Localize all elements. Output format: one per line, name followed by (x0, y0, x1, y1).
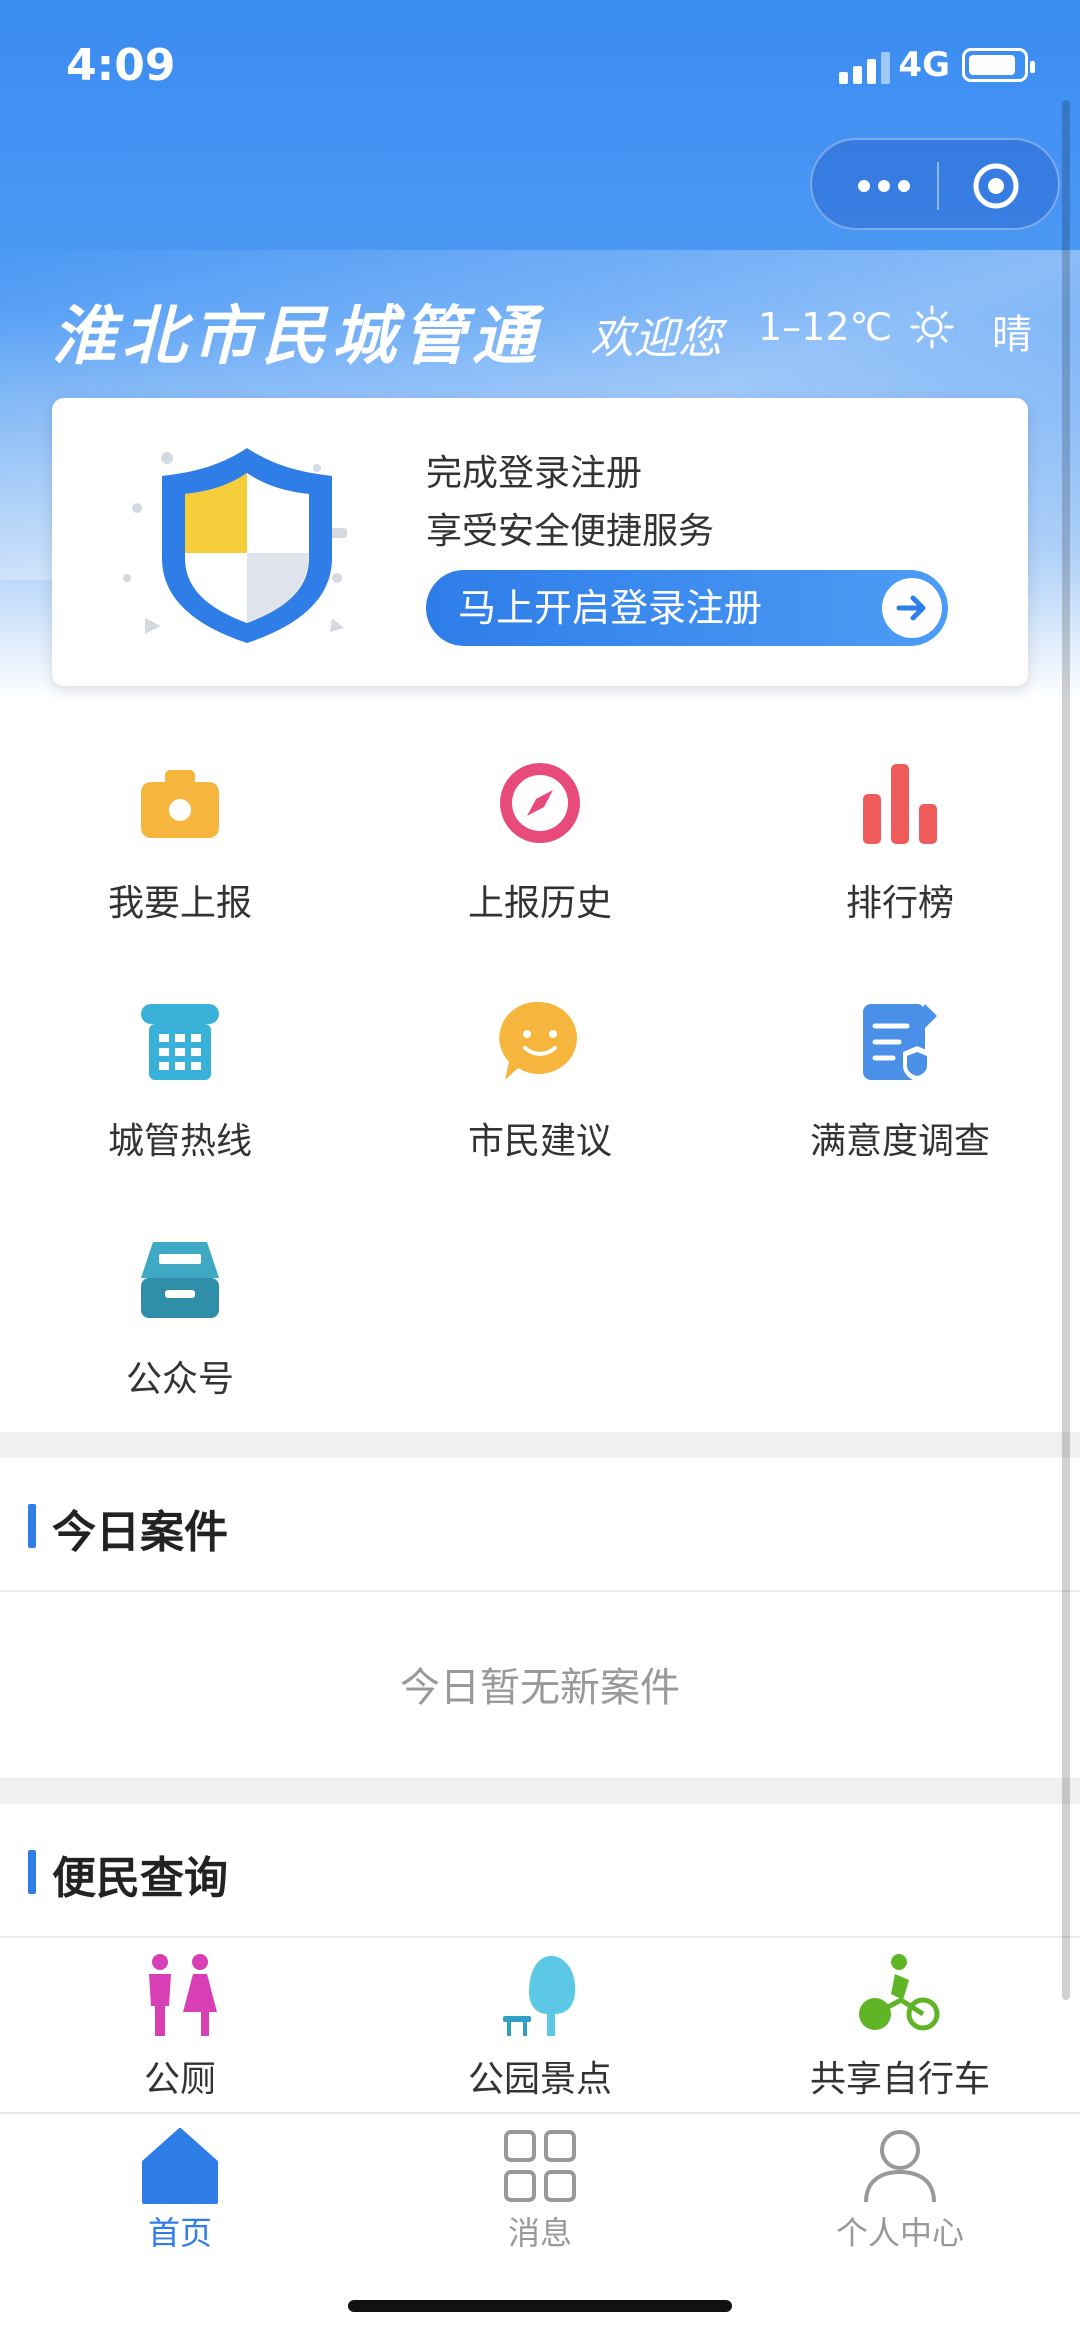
section-title: 便民查询 (52, 1853, 228, 1904)
home-icon (142, 2128, 218, 2204)
network-type: 4G (898, 45, 950, 85)
user-icon (864, 2130, 936, 2203)
login-register-button[interactable]: 马上开启登录注册 (426, 570, 948, 646)
app-title: 淮北市民城管通 (52, 300, 542, 374)
miniprogram-capsule (810, 138, 1060, 230)
convenience-header: 便民查询 (0, 1804, 1080, 1930)
weather-text: 晴 (992, 312, 1032, 358)
welcome-text: 欢迎您 (590, 313, 722, 364)
restroom-icon (149, 1954, 217, 2036)
arrow-right-icon (882, 578, 942, 638)
service-item-label: 公园景点 (467, 2059, 612, 2100)
survey-icon (863, 1004, 937, 1082)
menu-item-hotline[interactable]: 城管热线 (30, 996, 330, 1164)
tab-profile[interactable]: 个人中心 (800, 2126, 1000, 2254)
menu-item-label: 市民建议 (467, 1121, 612, 1162)
menu-item-label: 上报历史 (467, 883, 612, 924)
status-time: 4:09 (66, 40, 176, 91)
menu-item-label: 城管热线 (107, 1121, 252, 1162)
signal-icon (839, 52, 890, 84)
section-divider (0, 1778, 1080, 1804)
service-item-label: 共享自行车 (809, 2059, 990, 2100)
menu-item-suggestion[interactable]: 市民建议 (390, 996, 690, 1164)
capsule-divider (937, 162, 939, 210)
bicycle-icon (859, 1954, 940, 2031)
service-item-label: 公厕 (143, 2059, 216, 2100)
menu-item-report[interactable]: 我要上报 (30, 758, 330, 926)
login-card: 完成登录注册 享受安全便捷服务 马上开启登录注册 (52, 398, 1028, 686)
camera-icon (141, 770, 219, 838)
park-tree-icon (503, 1956, 576, 2036)
divider-line (0, 1936, 1080, 1938)
inbox-icon (141, 1242, 219, 1318)
shield-icon (123, 448, 347, 643)
scrollbar[interactable] (1062, 100, 1070, 2000)
tab-home[interactable]: 首页 (80, 2126, 280, 2254)
menu-item-survey[interactable]: 满意度调查 (750, 996, 1050, 1164)
tab-messages[interactable]: 消息 (440, 2126, 640, 2254)
service-item-park[interactable]: 公园景点 (390, 1950, 690, 2102)
tab-label: 首页 (147, 2214, 212, 2252)
grid-icon (504, 2130, 576, 2202)
today-cases-header: 今日案件 (0, 1458, 1080, 1584)
smile-chat-icon (499, 1001, 577, 1080)
menu-item-label: 满意度调查 (809, 1121, 990, 1162)
menu-item-official-account[interactable]: 公众号 (30, 1234, 330, 1402)
status-bar: 4:09 4G (0, 0, 1080, 130)
no-cases-message: 今日暂无新案件 (400, 1665, 680, 1711)
login-promo-line2: 享受安全便捷服务 (426, 511, 715, 552)
section-title: 今日案件 (52, 1507, 228, 1558)
more-dots-icon[interactable] (852, 166, 916, 206)
battery-icon (962, 48, 1035, 82)
section-divider (0, 1432, 1080, 1458)
login-promo-line1: 完成登录注册 (426, 453, 643, 494)
home-indicator[interactable] (348, 2300, 732, 2312)
login-register-button-label: 马上开启登录注册 (458, 586, 763, 630)
telephone-icon (141, 1004, 219, 1080)
compass-icon (500, 763, 580, 843)
sun-icon (910, 305, 954, 349)
close-target-icon[interactable] (972, 162, 1020, 210)
service-item-restroom[interactable]: 公厕 (30, 1950, 330, 2102)
temperature: 1–12℃ (758, 305, 893, 349)
menu-item-label: 我要上报 (107, 883, 252, 924)
section-accent-bar (28, 1850, 36, 1894)
tab-label: 个人中心 (835, 2214, 964, 2252)
tab-label: 消息 (507, 2214, 572, 2252)
menu-item-report-history[interactable]: 上报历史 (390, 758, 690, 926)
menu-item-ranking[interactable]: 排行榜 (750, 758, 1050, 926)
section-accent-bar (28, 1504, 36, 1548)
service-item-bike[interactable]: 共享自行车 (750, 1950, 1050, 2102)
menu-item-label: 公众号 (125, 1359, 234, 1400)
divider-line (0, 1590, 1080, 1592)
bar-chart-icon (863, 764, 937, 844)
menu-item-label: 排行榜 (845, 883, 954, 924)
